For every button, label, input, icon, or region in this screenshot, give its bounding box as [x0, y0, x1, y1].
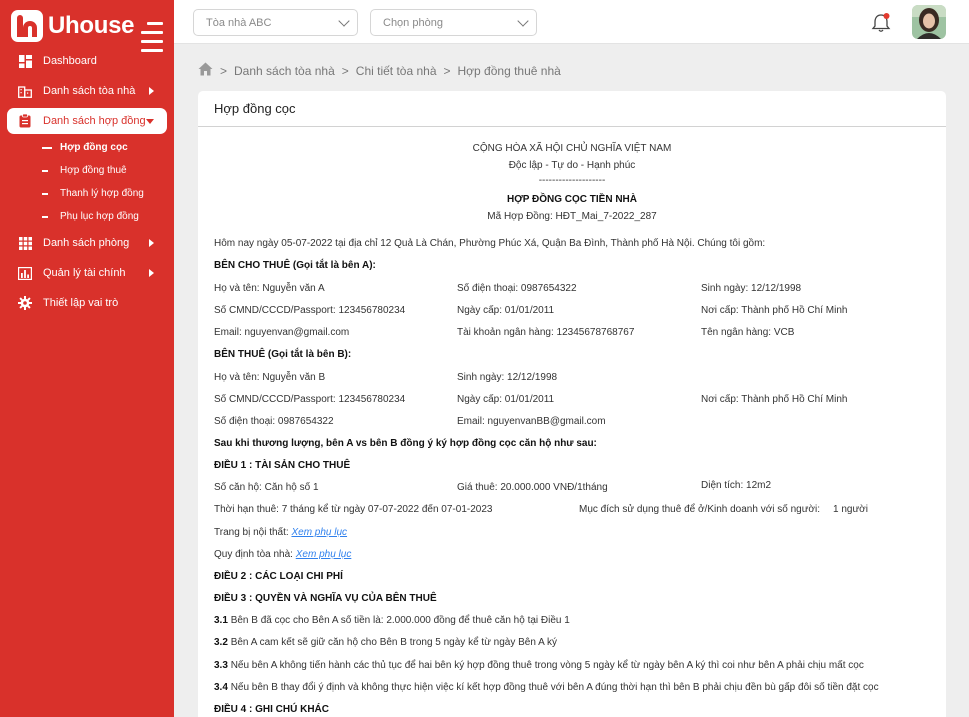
rules-row: Quy định tòa nhà: Xem phụ lục — [214, 549, 352, 560]
sidebar-subitem-liquidation[interactable]: Thanh lý hợp đồng — [0, 182, 174, 205]
breadcrumb-item[interactable]: Danh sách tòa nhà — [234, 64, 335, 78]
clause-3-3: 3.3 Nếu bên A không tiến hành các thủ tụ… — [214, 660, 864, 671]
topbar: Tòa nhà ABC Chọn phòng — [174, 0, 969, 44]
rent-price: Giá thuê: 20.000.000 VNĐ/1tháng — [457, 482, 608, 493]
article-4-heading: ĐIỀU 4 : GHI CHÚ KHÁC — [214, 704, 330, 715]
sidebar-item-label: Quản lý tài chính — [43, 267, 126, 279]
home-icon[interactable] — [198, 62, 213, 79]
agreement-text: Sau khi thương lượng, bên A vs bên B đồn… — [214, 438, 597, 449]
furniture-appendix-link[interactable]: Xem phụ lục — [291, 527, 347, 538]
party-b-name: Họ và tên: Nguyễn văn B — [214, 372, 326, 383]
chevron-right-icon — [149, 239, 154, 247]
party-b-phone: Số điện thoại: 0987654322 — [214, 416, 334, 427]
clause-3-4: 3.4 Nếu bên B thay đổi ý định và không t… — [214, 682, 879, 693]
sidebar-subitem-appendix[interactable]: Phụ lục hợp đồng — [0, 205, 174, 228]
logo[interactable]: Uhouse — [11, 8, 135, 44]
gear-icon — [18, 296, 32, 310]
country-header: CỘNG HÒA XÃ HỘI CHỦ NGHĨA VIỆT NAM — [472, 143, 672, 154]
sidebar-item-label: Thiết lập vai trò — [43, 297, 119, 309]
chevron-down-icon — [338, 15, 350, 27]
party-a-bank-account: Tài khoản ngân hàng: 12345678768767 — [457, 327, 635, 338]
party-a-email: Email: nguyenvan@gmail.com — [214, 327, 350, 338]
party-a-name: Họ và tên: Nguyễn văn A — [214, 283, 325, 294]
sidebar-item-finance[interactable]: Quản lý tài chính — [0, 258, 174, 288]
rental-term: Thời hạn thuê: 7 tháng kể từ ngày 07-07-… — [214, 504, 493, 515]
sidebar-item-buildings[interactable]: Danh sách tòa nhà — [0, 76, 174, 106]
contract-title: HỢP ĐỒNG CỌC TIỀN NHÀ — [506, 194, 638, 205]
party-a-phone: Số điện thoại: 0987654322 — [457, 283, 577, 294]
dashboard-icon — [18, 54, 32, 68]
party-a-dob: Sinh ngày: 12/12/1998 — [701, 283, 802, 294]
bell-icon[interactable] — [870, 12, 892, 34]
chevron-down-icon — [146, 119, 154, 124]
article-3-heading: ĐIỀU 3 : QUYỀN VÀ NGHĨA VỤ CỦA BÊN THUÊ — [214, 593, 437, 604]
sidebar-subitem-deposit-contract[interactable]: Hợp đồng cọc — [0, 136, 174, 159]
party-b-id: Số CMND/CCCD/Passport: 123456780234 — [214, 394, 406, 405]
sidebar-item-dashboard[interactable]: Dashboard — [0, 46, 174, 76]
party-b-heading: BÊN THUÊ (Gọi tắt là bên B): — [214, 349, 352, 360]
card-title: Hợp đồng cọc — [198, 91, 946, 127]
party-a-bank-name: Tên ngân hàng: VCB — [701, 327, 795, 338]
chevron-right-icon — [149, 269, 154, 277]
unit-number: Số căn hộ: Căn hộ số 1 — [214, 482, 319, 493]
chevron-right-icon — [149, 87, 154, 95]
motto: Độc lập - Tự do - Hạnh phúc — [508, 160, 636, 171]
party-a-heading: BÊN CHO THUÊ (Gọi tắt là bên A): — [214, 260, 376, 271]
rental-purpose: Mục đích sử dụng thuê để ở/Kinh doanh vớ… — [579, 504, 820, 515]
grid-icon — [18, 236, 32, 250]
sidebar-item-rooms[interactable]: Danh sách phòng — [0, 228, 174, 258]
clipboard-icon — [18, 114, 32, 128]
unit-area: Diện tích: 12m2 — [701, 480, 772, 491]
party-a-issue-date: Ngày cấp: 01/01/2011 — [457, 305, 555, 316]
occupant-count: 1 người — [833, 504, 868, 515]
room-select[interactable]: Chọn phòng — [370, 9, 537, 36]
sidebar: Uhouse Dashboard Danh sách tòa nhà Danh … — [0, 0, 174, 717]
party-a-issue-place: Nơi cấp: Thành phố Hồ Chí Minh — [701, 305, 848, 316]
party-b-issue-place: Nơi cấp: Thành phố Hồ Chí Minh — [701, 394, 848, 405]
sidebar-item-label: Dashboard — [43, 55, 97, 67]
contract-code: Mã Hợp Đồng: HĐT_Mai_7-2022_287 — [487, 211, 657, 222]
contract-card: Hợp đồng cọc CỘNG HÒA XÃ HỘI CHỦ NGHĨA V… — [198, 91, 946, 717]
clause-3-2: 3.2 Bên A cam kết sẽ giữ căn hộ cho Bên … — [214, 637, 558, 648]
brand-name: Uhouse — [48, 12, 135, 39]
building-select[interactable]: Tòa nhà ABC — [193, 9, 358, 36]
intro-text: Hôm nay ngày 05-07-2022 tại địa chỉ 12 Q… — [214, 238, 766, 249]
sidebar-nav: Dashboard Danh sách tòa nhà Danh sách hợ… — [0, 46, 174, 318]
sidebar-item-contracts[interactable]: Danh sách hợp đồng — [7, 108, 167, 134]
chevron-down-icon — [517, 15, 529, 27]
breadcrumb: > Danh sách tòa nhà > Chi tiết tòa nhà >… — [198, 62, 561, 79]
article-1-heading: ĐIỀU 1 : TÀI SẢN CHO THUÊ — [214, 460, 351, 471]
article-2-heading: ĐIỀU 2 : CÁC LOẠI CHI PHÍ — [214, 571, 343, 582]
breadcrumb-item[interactable]: Hợp đồng thuê nhà — [458, 64, 561, 78]
avatar[interactable] — [912, 5, 946, 39]
party-b-issue-date: Ngày cấp: 01/01/2011 — [457, 394, 555, 405]
clause-3-1: 3.1 Bên B đã cọc cho Bên A số tiền là: 2… — [214, 615, 570, 626]
furniture-row: Trang bị nội thất: Xem phụ lục — [214, 527, 348, 538]
party-b-email: Email: nguyenvanBB@gmail.com — [457, 416, 606, 427]
building-icon — [18, 84, 32, 98]
breadcrumb-item[interactable]: Chi tiết tòa nhà — [356, 64, 437, 78]
party-b-dob: Sinh ngày: 12/12/1998 — [457, 372, 558, 383]
rules-appendix-link[interactable]: Xem phụ lục — [296, 549, 352, 560]
divider: -------------------- — [538, 175, 606, 186]
sidebar-item-roles[interactable]: Thiết lập vai trò — [0, 288, 174, 318]
party-a-id: Số CMND/CCCD/Passport: 123456780234 — [214, 305, 406, 316]
sidebar-item-label: Danh sách tòa nhà — [43, 85, 136, 97]
sidebar-item-label: Danh sách phòng — [43, 237, 130, 249]
chart-icon — [18, 266, 32, 280]
sidebar-subitem-rental-contract[interactable]: Hợp đồng thuê — [0, 159, 174, 182]
logo-icon — [11, 10, 43, 42]
sidebar-item-label: Danh sách hợp đồng — [43, 115, 146, 127]
